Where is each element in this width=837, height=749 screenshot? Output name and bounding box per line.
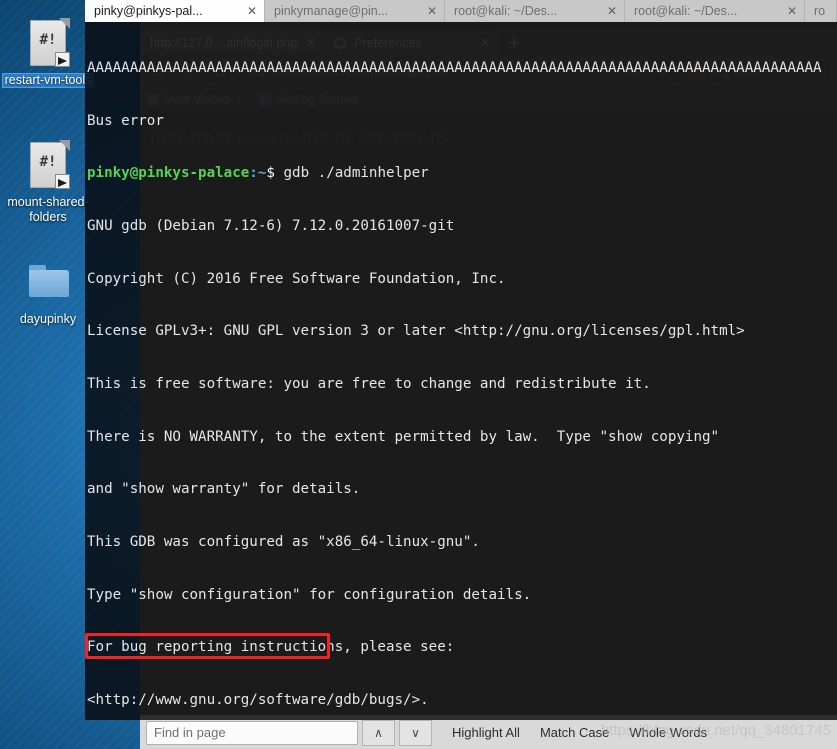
terminal-tab-label: root@kali: ~/Des... <box>454 4 558 18</box>
desktop-icon-restart-vm-tools[interactable]: #! restart-vm-tools <box>2 18 94 88</box>
terminal-tab-2[interactable]: root@kali: ~/Des... ✕ <box>445 0 625 22</box>
gdb-banner-6: This GDB was configured as "x86_64-linux… <box>87 533 480 550</box>
terminal-tab-3[interactable]: root@kali: ~/Des... ✕ <box>625 0 805 22</box>
terminal-overflow-line: AAAAAAAAAAAAAAAAAAAAAAAAAAAAAAAAAAAAAAAA… <box>87 60 822 77</box>
desktop-icon-label: mount-shared-folders <box>7 195 89 224</box>
find-input[interactable]: Find in page <box>146 720 358 745</box>
terminal-tab-strip: pinky@pinkys-pal... ✕ pinkymanage@pin...… <box>85 0 837 22</box>
gdb-banner-3: This is free software: you are free to c… <box>87 375 651 392</box>
terminal-prompt-line: pinky@pinkys-palace:~$ gdb ./adminhelper <box>87 165 837 183</box>
script-file-icon: #! <box>26 140 70 192</box>
desktop-icon-label: dayupinky <box>19 312 77 326</box>
find-bar: Find in page ∧ ∨ Highlight All Match Cas… <box>140 715 837 749</box>
find-next-button[interactable]: ∨ <box>399 719 432 746</box>
terminal-tab-label: root@kali: ~/Des... <box>634 4 738 18</box>
gdb-banner-5: and "show warranty" for details. <box>87 481 361 498</box>
gdb-banner-4: There is NO WARRANTY, to the extent perm… <box>87 428 720 445</box>
highlight-all-option[interactable]: Highlight All <box>452 725 520 740</box>
terminal-tab-label: pinky@pinkys-pal... <box>94 4 203 18</box>
terminal-tab-label: ro <box>814 4 826 18</box>
prompt-dollar: $ <box>266 165 284 182</box>
gdb-banner-7: Type "show configuration" for configurat… <box>87 586 532 603</box>
folder-icon <box>26 257 70 309</box>
terminal-tab-0[interactable]: pinky@pinkys-pal... ✕ <box>85 0 265 22</box>
gdb-banner-8: For bug reporting instructions, please s… <box>87 639 455 656</box>
desktop-icon-mount-shared-folders[interactable]: #! mount-shared-folders <box>2 140 94 225</box>
terminal-body[interactable]: AAAAAAAAAAAAAAAAAAAAAAAAAAAAAAAAAAAAAAAA… <box>85 22 837 720</box>
find-previous-button[interactable]: ∧ <box>362 719 395 746</box>
desktop-icon-dayupinky[interactable]: dayupinky <box>2 257 94 327</box>
desktop-icon-column: #! restart-vm-tools #! mount-shared-fold… <box>0 18 96 337</box>
desktop-icon-label: restart-vm-tools <box>2 73 94 88</box>
gdb-banner-1: Copyright (C) 2016 Free Software Foundat… <box>87 270 506 287</box>
terminal-output: AAAAAAAAAAAAAAAAAAAAAAAAAAAAAAAAAAAAAAAA… <box>87 25 837 720</box>
terminal-tab-1[interactable]: pinkymanage@pin... ✕ <box>265 0 445 22</box>
gdb-banner-0: GNU gdb (Debian 7.12-6) 7.12.0.20161007-… <box>87 218 455 235</box>
close-icon[interactable]: ✕ <box>427 4 437 18</box>
close-icon[interactable]: ✕ <box>787 4 797 18</box>
terminal-tab-4[interactable]: ro <box>805 0 837 22</box>
match-case-option[interactable]: Match Case <box>540 725 609 740</box>
script-file-icon: #! <box>26 18 70 70</box>
prompt-user-host: pinky@pinkys-palace <box>87 165 250 182</box>
terminal-command: gdb ./adminhelper <box>283 165 429 182</box>
terminal-window: pinky@pinkys-pal... ✕ pinkymanage@pin...… <box>85 0 837 720</box>
terminal-tab-label: pinkymanage@pin... <box>274 4 389 18</box>
close-icon[interactable]: ✕ <box>247 4 257 18</box>
gdb-banner-2: License GPLv3+: GNU GPL version 3 or lat… <box>87 323 745 340</box>
watermark-text: https://blog.csdn.net/qq_34801745 <box>600 722 831 739</box>
gdb-banner-9: <http://www.gnu.org/software/gdb/bugs/>. <box>87 691 429 708</box>
close-icon[interactable]: ✕ <box>607 4 617 18</box>
terminal-bus-error: Bus error <box>87 112 164 129</box>
prompt-path: :~ <box>249 165 267 182</box>
